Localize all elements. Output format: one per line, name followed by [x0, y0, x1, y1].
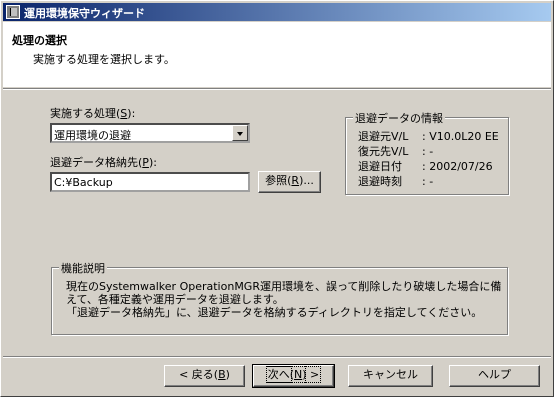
description-group: 機能説明 現在のSystemwalker OperationMGR運用環境を、誤… — [51, 260, 508, 335]
browse-button[interactable]: 参照(R)... — [258, 171, 321, 193]
destination-field[interactable] — [52, 174, 248, 190]
next-button[interactable]: 次へ(N) > — [252, 364, 335, 388]
destination-label: 退避データ格納先(P): — [50, 156, 157, 169]
process-select[interactable]: 運用環境の退避 — [50, 123, 250, 143]
backup-info-title: 退避データの情報 — [353, 110, 445, 126]
back-button[interactable]: < 戻る(B) — [164, 365, 245, 387]
header-divider — [3, 88, 551, 90]
destination-field-box — [50, 172, 250, 192]
page-title: 処理の選択 — [12, 34, 67, 47]
process-select-value: 運用環境の退避 — [54, 129, 131, 142]
chevron-down-icon[interactable] — [232, 125, 248, 141]
backup-info-group: 退避データの情報 退避元V/L: V10.0L20 EE 復元先V/L: - 退… — [345, 110, 509, 195]
window-title: 運用環境保守ウィザード — [24, 7, 145, 20]
title-bar[interactable]: 運用環境保守ウィザード — [3, 3, 551, 21]
help-button[interactable]: ヘルプ — [449, 365, 540, 387]
description-line-1: 現在のSystemwalker OperationMGR運用環境を、誤って削除し… — [66, 280, 502, 306]
description-line-2: 「退避データ格納先」に、退避データを格納するディレクトリを指定してください。 — [66, 306, 483, 319]
description-title: 機能説明 — [59, 260, 107, 276]
page-subtitle: 実施する処理を選択します。 — [33, 53, 175, 66]
footer-divider — [3, 356, 551, 358]
header-band: 処理の選択 実施する処理を選択します。 — [3, 22, 551, 87]
info-row: 退避元V/L: V10.0L20 EE — [358, 130, 499, 143]
process-label: 実施する処理(S): — [50, 107, 136, 120]
cancel-button[interactable]: キャンセル — [348, 365, 433, 387]
app-icon — [6, 5, 20, 19]
description-text: 現在のSystemwalker OperationMGR運用環境を、誤って削除し… — [66, 280, 504, 319]
info-row: 退避時刻: - — [358, 175, 434, 188]
info-row: 復元先V/L: - — [358, 145, 434, 158]
wizard-window: 運用環境保守ウィザード 処理の選択 実施する処理を選択します。 実施する処理(S… — [0, 0, 554, 397]
info-row: 退避日付: 2002/07/26 — [358, 160, 493, 173]
